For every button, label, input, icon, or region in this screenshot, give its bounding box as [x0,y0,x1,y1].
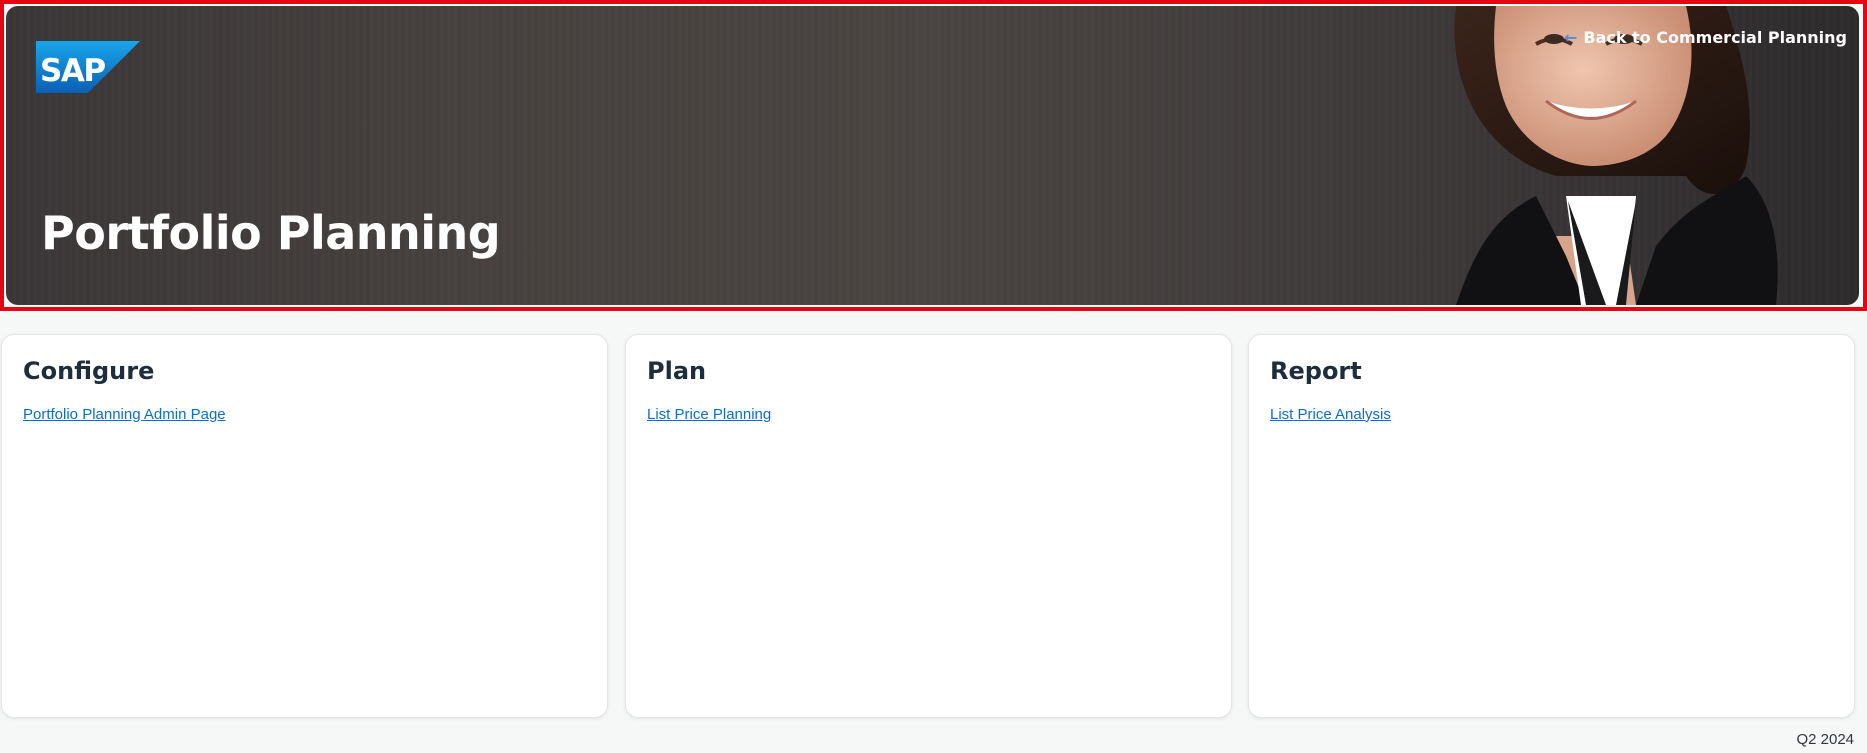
version-label: Q2 2024 [1796,731,1854,748]
card-grid: Configure Portfolio Planning Admin Page … [2,335,1855,718]
hero-person-image [1454,6,1778,305]
configure-card: Configure Portfolio Planning Admin Page [2,335,607,717]
configure-card-title: Configure [23,357,155,385]
plan-card-title: Plan [647,357,707,385]
portfolio-planning-admin-link[interactable]: Portfolio Planning Admin Page [23,406,226,423]
header-banner-frame: SAP Portfolio Planning ← Back to Commerc… [0,0,1867,311]
sap-logo: SAP [36,41,140,93]
page-title: Portfolio Planning [41,206,501,260]
back-link-label: Back to Commercial Planning [1583,28,1847,47]
list-price-planning-link[interactable]: List Price Planning [647,406,771,423]
report-card: Report List Price Analysis [1249,335,1854,717]
report-card-title: Report [1270,357,1362,385]
arrow-left-icon: ← [1563,27,1578,47]
back-to-commercial-planning-link[interactable]: ← Back to Commercial Planning [1564,28,1847,47]
list-price-analysis-link[interactable]: List Price Analysis [1270,406,1391,423]
plan-card: Plan List Price Planning [626,335,1231,717]
sap-logo-text: SAP [40,53,105,89]
header-banner: SAP Portfolio Planning ← Back to Commerc… [6,6,1859,305]
